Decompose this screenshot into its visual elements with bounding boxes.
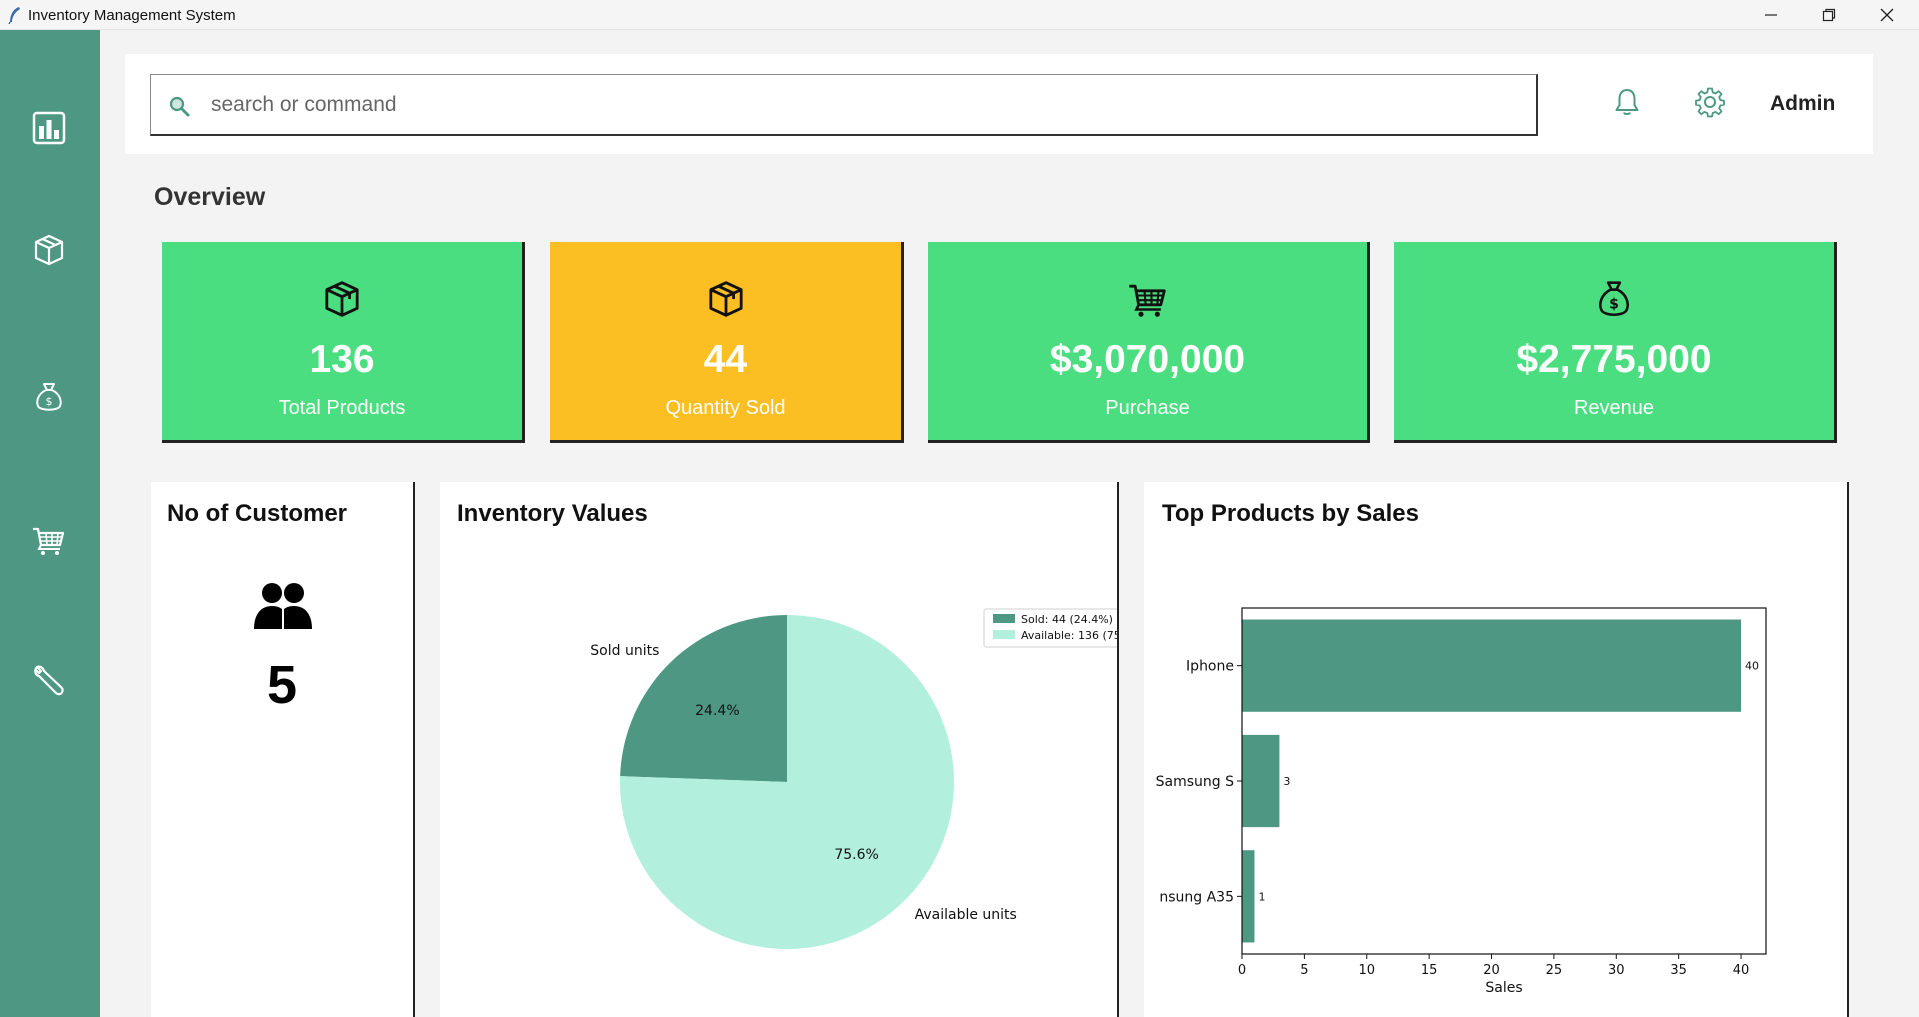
customer-count: 5 (266, 655, 298, 715)
stat-label: Revenue (1573, 397, 1655, 419)
legend-swatch (993, 614, 1015, 623)
inventory-pie-chart: 24.4% Sold units 75.6% Available units Sold:… (590, 608, 1117, 949)
stat-card-total-products[interactable]: 136 Total Products (162, 242, 525, 443)
x-tick-label: 10 (1358, 963, 1375, 978)
stat-value: $3,070,000 (1049, 338, 1246, 381)
search-icon (169, 96, 190, 117)
close-icon (1880, 8, 1894, 22)
sidebar-item-settings-tools[interactable] (28, 660, 70, 702)
bell-icon (1615, 89, 1639, 115)
close-button[interactable] (1858, 0, 1916, 30)
x-tick-label: 5 (1300, 963, 1308, 978)
search-bar[interactable] (150, 74, 1538, 136)
page-title: Overview (154, 183, 266, 211)
x-tick-label: 15 (1421, 963, 1438, 978)
feather-icon (8, 7, 20, 24)
legend-swatch (993, 630, 1015, 639)
sidebar-item-products[interactable] (28, 229, 70, 271)
pie-slice (620, 615, 787, 782)
pie-slice-label: Sold units (590, 643, 659, 659)
gear-icon (1695, 87, 1725, 118)
dashboard-chart-icon (32, 111, 66, 145)
bar-value-label: 40 (1745, 660, 1759, 673)
y-tick-label: Iphone (1186, 659, 1234, 675)
stat-card-revenue[interactable]: $ $2,775,000 Revenue (1394, 242, 1837, 443)
x-tick-label: 35 (1670, 963, 1687, 978)
panel-title: No of Customer (167, 500, 347, 527)
bar-value-label: 1 (1258, 890, 1265, 903)
money-bag-icon: $ (1599, 281, 1629, 317)
pie-legend: Sold: 44 (24.4%) Available: 136 (75 (983, 608, 1117, 648)
x-tick-label: 25 (1546, 963, 1563, 978)
inventory-values-panel: Inventory Values 24.4% Sold units 75.6% Ava… (440, 482, 1119, 1017)
stat-label: Quantity Sold (665, 397, 786, 419)
y-tick-label: Samsung S (1156, 774, 1234, 790)
x-tick-label: 30 (1608, 963, 1625, 978)
users-icon (254, 583, 312, 629)
legend-entry: Available: 136 (75 (1021, 629, 1117, 642)
stat-card-purchase[interactable]: $3,070,000 Purchase (928, 242, 1370, 443)
bar (1242, 734, 1280, 828)
stat-value: $2,775,000 (1516, 338, 1712, 381)
wrench-icon (34, 665, 64, 696)
x-tick-label: 0 (1238, 963, 1246, 978)
bar (1242, 619, 1742, 712)
top-products-bar-chart: 40 Iphone 3 Samsung S 1 nsung A35 0 5 10 15 20 25 30… (1156, 607, 1767, 996)
minimize-button[interactable] (1742, 0, 1800, 30)
pie-pct-label: 75.6% (834, 847, 878, 863)
customers-panel: No of Customer 5 (151, 482, 415, 1017)
restore-button[interactable] (1800, 0, 1858, 30)
sidebar-item-dashboard[interactable] (28, 107, 70, 149)
sidebar-item-finance[interactable]: $ (28, 376, 70, 418)
stat-card-quantity-sold[interactable]: 44 Quantity Sold (550, 242, 904, 443)
stat-label: Purchase (1105, 397, 1190, 419)
bar-value-label: 3 (1283, 775, 1290, 788)
x-axis-label: Sales (1485, 980, 1522, 996)
stat-value: 44 (703, 338, 748, 381)
user-name[interactable]: Admin (1770, 92, 1835, 116)
svg-text:$: $ (46, 395, 53, 408)
svg-text:$: $ (1609, 296, 1619, 312)
stat-label: Total Products (278, 397, 406, 419)
window-titlebar: Inventory Management System (0, 0, 1919, 30)
x-tick-label: 40 (1733, 963, 1750, 978)
minimize-icon (1765, 14, 1777, 16)
window-title: Inventory Management System (28, 7, 236, 24)
search-input[interactable] (211, 89, 1511, 121)
top-products-panel: Top Products by Sales 40 Iphone 3 Samsung S… (1144, 482, 1849, 1017)
y-tick-label: nsung A35 (1159, 889, 1234, 905)
top-header: Admin (125, 54, 1873, 154)
shopping-cart-icon (1128, 284, 1166, 317)
pie-slice-label: Available units (915, 907, 1017, 923)
package-icon (34, 234, 64, 266)
stat-value: 136 (309, 338, 375, 381)
restore-icon (1822, 8, 1836, 22)
pie-pct-label: 24.4% (695, 703, 739, 719)
shopping-cart-icon (33, 527, 65, 555)
bar (1242, 850, 1255, 943)
money-bag-icon: $ (36, 383, 62, 411)
settings-button[interactable] (1692, 84, 1728, 120)
sidebar: $ (0, 30, 100, 1017)
notifications-button[interactable] (1609, 84, 1645, 120)
package-icon (325, 281, 359, 317)
package-icon (708, 281, 743, 317)
x-tick-label: 20 (1483, 963, 1500, 978)
sidebar-item-sales[interactable] (28, 519, 70, 561)
legend-entry: Sold: 44 (24.4%) (1021, 613, 1113, 626)
